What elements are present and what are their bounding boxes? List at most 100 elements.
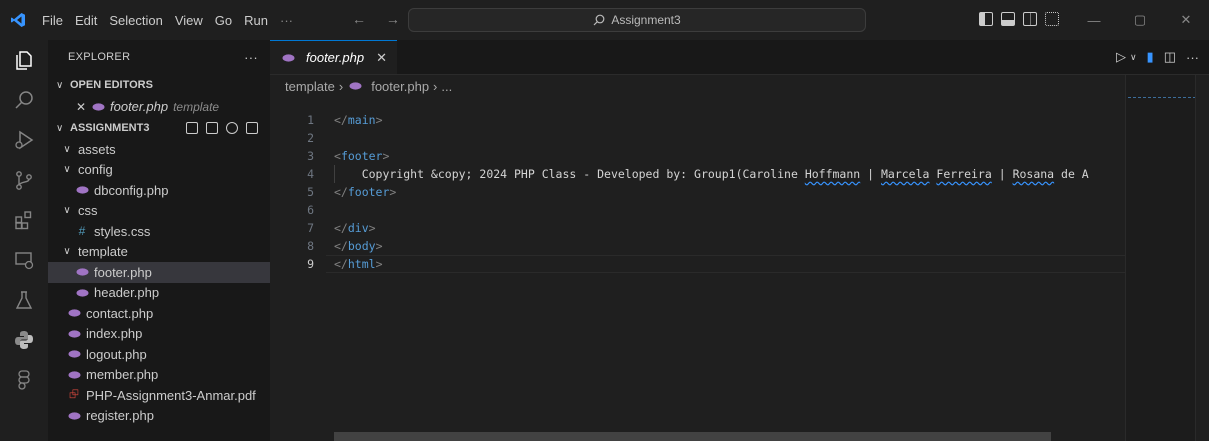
collapse-all-icon[interactable] bbox=[246, 122, 258, 134]
tree-item-php[interactable]: header.php bbox=[48, 283, 270, 304]
vertical-scrollbar[interactable] bbox=[1195, 75, 1209, 441]
php-file-icon bbox=[66, 370, 82, 380]
php-file-icon bbox=[66, 411, 82, 421]
open-editor-item[interactable]: ✕ footer.php template bbox=[48, 96, 270, 117]
refresh-icon[interactable] bbox=[226, 122, 238, 134]
tree-item-php[interactable]: register.php bbox=[48, 406, 270, 427]
code-editor[interactable]: 1 </main> 2 3 <footer> 4 Copyright &copy; … bbox=[270, 111, 1125, 273]
split-editor-icon[interactable]: ◫ bbox=[1164, 49, 1176, 65]
php-file-icon bbox=[74, 288, 90, 298]
toggle-primary-sidebar-icon[interactable] bbox=[979, 12, 993, 26]
breadcrumb-separator: › bbox=[433, 78, 438, 94]
source-control-icon[interactable] bbox=[0, 160, 48, 200]
breadcrumb-symbol[interactable]: ... bbox=[441, 79, 452, 94]
extensions-icon[interactable] bbox=[0, 200, 48, 240]
activity-bar bbox=[0, 40, 48, 441]
tab-label: footer.php bbox=[306, 50, 365, 65]
menu-edit[interactable]: Edit bbox=[69, 13, 103, 28]
breadcrumb-file[interactable]: footer.php bbox=[371, 79, 429, 94]
search-icon[interactable] bbox=[0, 80, 48, 120]
close-window-button[interactable]: ✕ bbox=[1163, 0, 1209, 40]
code-line-current: 9 </html> bbox=[270, 255, 1125, 273]
tree-item-label: member.php bbox=[86, 367, 159, 383]
nav-arrows[interactable]: ← → bbox=[352, 11, 408, 27]
php-file-icon bbox=[347, 81, 363, 91]
tree-item-php[interactable]: index.php bbox=[48, 324, 270, 345]
tab-footer-php[interactable]: footer.php ✕ bbox=[270, 40, 397, 74]
more-actions-icon[interactable]: ··· bbox=[1186, 50, 1199, 65]
tree-item-folder[interactable]: ∨ css bbox=[48, 201, 270, 222]
run-debug-icon[interactable] bbox=[0, 120, 48, 160]
code-line: 2 bbox=[270, 129, 1125, 147]
tree-item-php[interactable]: dbconfig.php bbox=[48, 180, 270, 201]
tree-item-css[interactable]: # styles.css bbox=[48, 221, 270, 242]
vscode-logo-icon bbox=[0, 0, 36, 40]
toggle-secondary-sidebar-icon[interactable] bbox=[1023, 12, 1037, 26]
close-icon[interactable]: ✕ bbox=[76, 100, 90, 114]
horizontal-scrollbar[interactable] bbox=[334, 432, 1051, 441]
css-file-icon: # bbox=[78, 224, 86, 239]
menu-view[interactable]: View bbox=[169, 13, 209, 28]
toggle-panel-icon[interactable] bbox=[1001, 12, 1015, 26]
close-tab-icon[interactable]: ✕ bbox=[376, 50, 387, 66]
tree-item-php[interactable]: logout.php bbox=[48, 344, 270, 365]
tree-item-label: index.php bbox=[86, 326, 143, 342]
chevron-down-icon: ∨ bbox=[63, 143, 71, 155]
run-icon[interactable]: ▷ bbox=[1116, 49, 1126, 65]
python-icon[interactable] bbox=[0, 320, 48, 360]
tree-item-folder[interactable]: ∨ config bbox=[48, 160, 270, 181]
menu-run[interactable]: Run bbox=[238, 13, 274, 28]
vscode-window: File Edit Selection View Go Run ··· ← → … bbox=[0, 0, 1209, 441]
new-file-icon[interactable] bbox=[186, 122, 198, 134]
tree-item-folder[interactable]: ∨ template bbox=[48, 242, 270, 263]
open-editor-folder: template bbox=[173, 99, 220, 114]
tree-item-php[interactable]: contact.php bbox=[48, 303, 270, 324]
chevron-down-icon[interactable]: ∨ bbox=[1130, 52, 1137, 63]
open-editor-name: footer.php bbox=[110, 99, 169, 114]
tree-item-label: register.php bbox=[86, 408, 154, 424]
command-center-search[interactable]: Assignment3 bbox=[408, 8, 866, 32]
menu-selection[interactable]: Selection bbox=[103, 13, 168, 28]
tree-item-label: template bbox=[78, 244, 128, 260]
code-text: </body> bbox=[334, 239, 383, 253]
tree-item-label: contact.php bbox=[86, 305, 154, 321]
copilot-icon[interactable]: ▮ bbox=[1147, 49, 1154, 65]
minimap[interactable] bbox=[1125, 75, 1196, 441]
tree-item-folder[interactable]: ∨ assets bbox=[48, 139, 270, 160]
code-text: Copyright &copy; 2024 PHP Class - Develo… bbox=[334, 167, 1089, 181]
line-number: 9 bbox=[307, 257, 314, 271]
remote-explorer-icon[interactable] bbox=[0, 240, 48, 280]
explorer-icon[interactable] bbox=[0, 40, 48, 80]
code-line: 3 <footer> bbox=[270, 147, 1125, 165]
tree-item-label: dbconfig.php bbox=[94, 182, 169, 198]
open-editors-section[interactable]: ∨ OPEN EDITORS bbox=[48, 74, 270, 96]
minimize-button[interactable]: — bbox=[1071, 0, 1117, 40]
pdf-file-icon: ⮺ bbox=[69, 386, 79, 401]
code-text: </html> bbox=[334, 257, 383, 271]
breadcrumb-separator: › bbox=[338, 78, 344, 94]
file-tree: ∨ assets ∨ config dbconfig.php ∨ css # styles.cs… bbox=[48, 139, 270, 426]
chevron-down-icon: ∨ bbox=[63, 205, 71, 217]
maximize-button[interactable]: ▢ bbox=[1117, 0, 1163, 40]
chevron-down-icon: ∨ bbox=[56, 79, 64, 91]
tree-item-php[interactable]: footer.php bbox=[48, 262, 270, 283]
customize-layout-icon[interactable] bbox=[1045, 12, 1059, 26]
tree-item-php[interactable]: member.php bbox=[48, 365, 270, 386]
figma-icon[interactable] bbox=[0, 360, 48, 400]
php-file-icon bbox=[74, 267, 90, 277]
breadcrumb-folder[interactable]: template bbox=[285, 79, 335, 94]
menu-more[interactable]: ··· bbox=[274, 13, 299, 28]
menu-go[interactable]: Go bbox=[209, 13, 238, 28]
tree-item-label: styles.css bbox=[94, 223, 151, 239]
menu-file[interactable]: File bbox=[36, 13, 69, 28]
testing-icon[interactable] bbox=[0, 280, 48, 320]
new-folder-icon[interactable] bbox=[206, 122, 218, 134]
title-bar: File Edit Selection View Go Run ··· ← → … bbox=[0, 0, 1209, 40]
explorer-header: EXPLORER ··· bbox=[48, 40, 270, 74]
layout-controls bbox=[979, 12, 1059, 26]
tree-item-label: css bbox=[78, 203, 98, 219]
explorer-more-button[interactable]: ··· bbox=[244, 50, 258, 65]
project-section[interactable]: ∨ ASSIGNMENT3 bbox=[48, 117, 270, 139]
tree-item-pdf[interactable]: ⮺ PHP-Assignment3-Anmar.pdf bbox=[48, 385, 270, 406]
php-file-icon bbox=[66, 308, 82, 318]
